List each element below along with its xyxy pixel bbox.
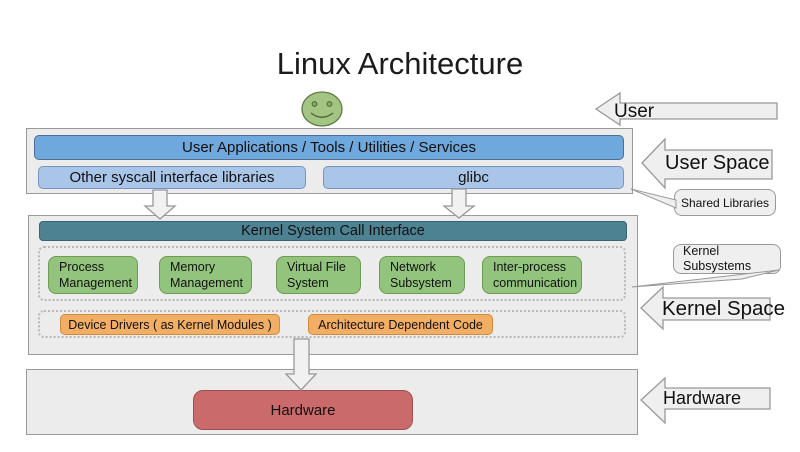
page-title: Linux Architecture [277, 46, 523, 82]
glibc-bar: glibc [323, 166, 624, 189]
hardware-arrow-label: Hardware [663, 388, 741, 409]
shared-libraries-connector [631, 189, 676, 208]
hardware-box: Hardware [193, 390, 413, 430]
kernel-space-arrow-label: Kernel Space [662, 297, 785, 321]
shared-libraries-callout: Shared Libraries [674, 189, 776, 216]
kernel-syscall-interface-bar: Kernel System Call Interface [39, 221, 627, 241]
linux-architecture-diagram: Linux Architecture User Applications / T… [0, 0, 800, 452]
user-arrow-label: User [614, 101, 654, 123]
kernel-subsystems-callout: Kernel Subsystems [673, 244, 781, 274]
architecture-dependent-code-box: Architecture Dependent Code [308, 314, 493, 335]
user-space-arrow-label: User Space [665, 152, 770, 175]
other-syscall-libraries-bar: Other syscall interface libraries [38, 166, 306, 189]
subsystem-interprocess-communication: Inter-process communication [482, 256, 582, 294]
smiley-face-icon [302, 92, 342, 126]
subsystem-memory-management: Memory Management [159, 256, 252, 294]
user-applications-bar: User Applications / Tools / Utilities / … [34, 135, 624, 160]
subsystem-process-management: Process Management [48, 256, 138, 294]
device-drivers-box: Device Drivers ( as Kernel Modules ) [60, 314, 280, 335]
subsystem-virtual-file-system: Virtual File System [276, 256, 361, 294]
subsystem-network-subsystem: Network Subsystem [379, 256, 465, 294]
